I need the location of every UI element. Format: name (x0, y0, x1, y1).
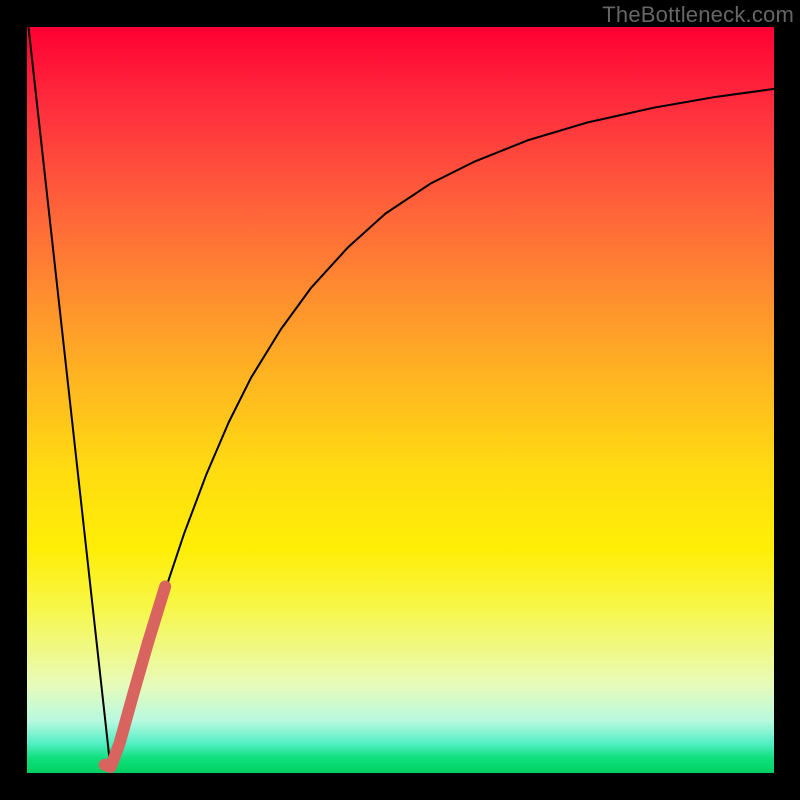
chart-lines (0, 0, 800, 800)
watermark-text: TheBottleneck.com (602, 2, 794, 28)
curve-right (111, 89, 774, 769)
curve-left (28, 27, 110, 769)
highlight-segment (105, 587, 166, 768)
